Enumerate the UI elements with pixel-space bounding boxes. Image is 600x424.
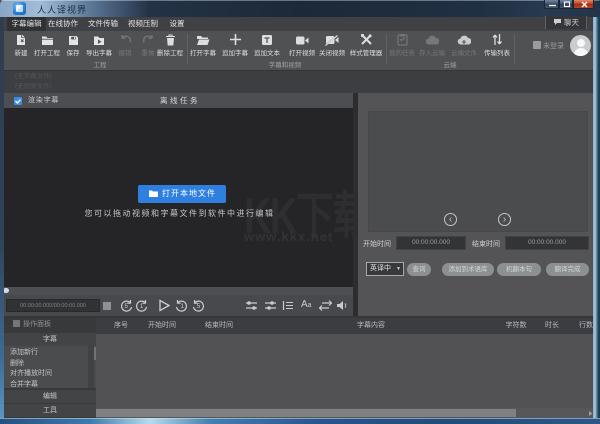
svg-text:5: 5 <box>125 304 129 310</box>
svg-text:1: 1 <box>140 304 144 310</box>
svg-text:5: 5 <box>197 304 201 310</box>
svg-text:1: 1 <box>181 304 185 310</box>
